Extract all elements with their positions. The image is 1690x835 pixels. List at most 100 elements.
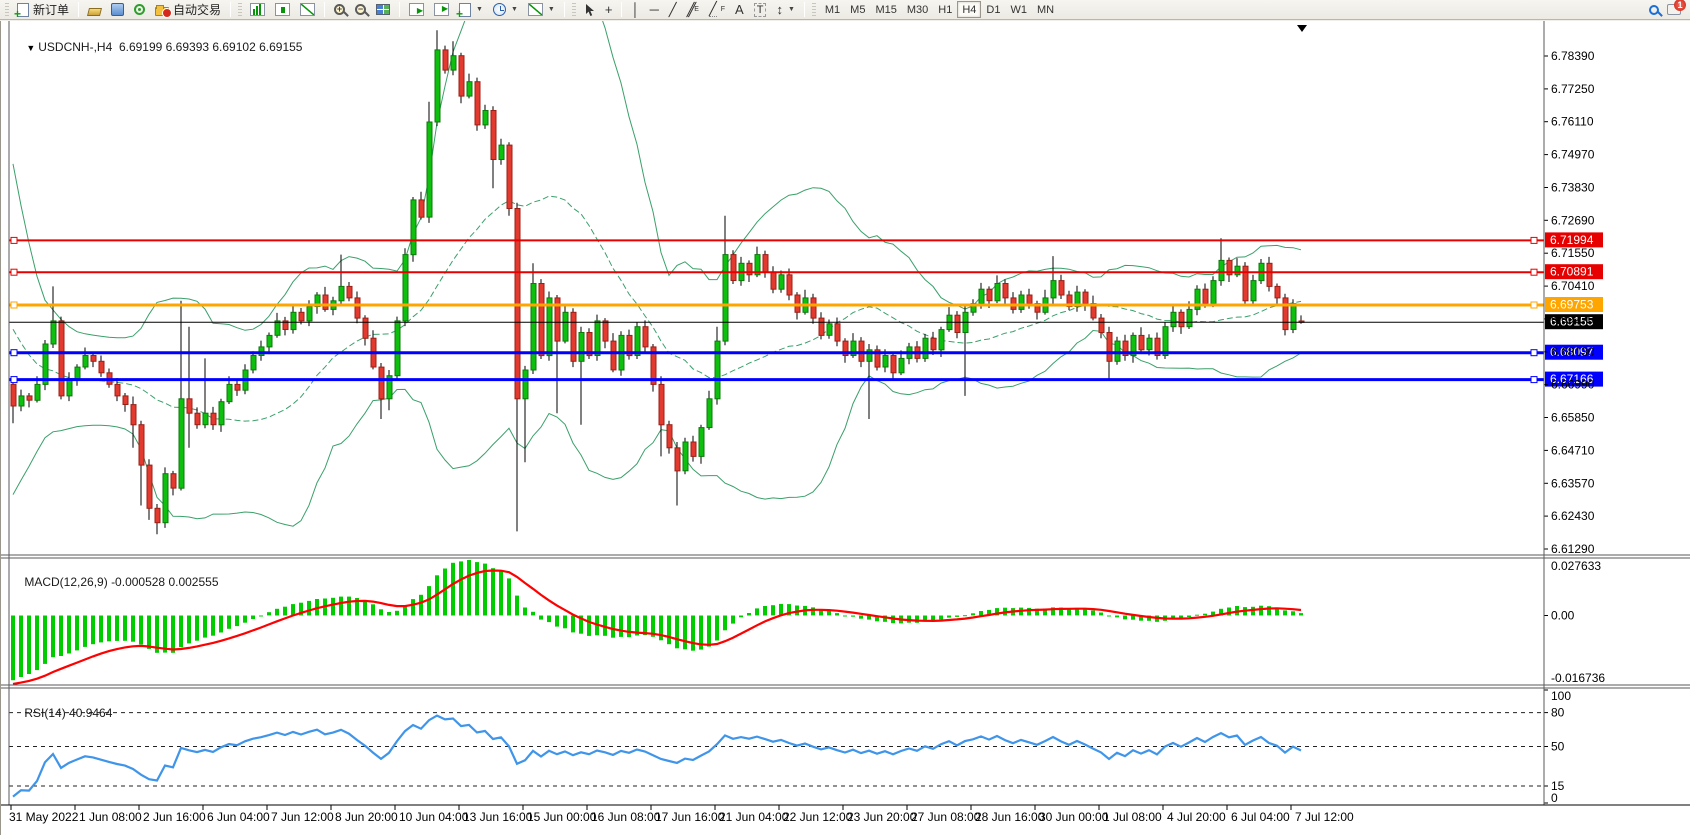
svg-text:7 Jul 12:00: 7 Jul 12:00 bbox=[1295, 810, 1354, 824]
clock-icon bbox=[493, 3, 506, 16]
zoom-out-icon: − bbox=[355, 4, 366, 15]
cursor-icon bbox=[584, 3, 595, 17]
vertical-line-tool[interactable]: │ bbox=[627, 1, 643, 19]
svg-text:6.70410: 6.70410 bbox=[1551, 279, 1595, 293]
fibonacci-sub-label: F bbox=[721, 6, 725, 13]
timeframe-d1[interactable]: D1 bbox=[981, 1, 1005, 18]
gold-bar-icon bbox=[87, 8, 102, 16]
svg-text:6.68130: 6.68130 bbox=[1551, 345, 1595, 359]
crosshair-tool-button[interactable]: + bbox=[601, 1, 617, 19]
price-chart[interactable]: 6.71994 6.70891 6.69753 6.68097 6.67166 … bbox=[1, 21, 1690, 835]
toolbar-grip[interactable] bbox=[572, 3, 576, 17]
separator bbox=[564, 2, 565, 17]
candlestick-icon bbox=[275, 3, 290, 16]
terminal-button[interactable] bbox=[107, 1, 128, 19]
timeframe-h1[interactable]: H1 bbox=[933, 1, 957, 18]
svg-text:28 Jun 16:00: 28 Jun 16:00 bbox=[975, 810, 1045, 824]
toolbar-grip[interactable] bbox=[238, 3, 242, 17]
separator bbox=[324, 2, 325, 17]
svg-text:27 Jun 08:00: 27 Jun 08:00 bbox=[911, 810, 981, 824]
timeframe-w1[interactable]: W1 bbox=[1005, 1, 1032, 18]
new-order-button[interactable]: 新订单 bbox=[13, 1, 73, 19]
zoom-in-button[interactable]: + bbox=[330, 1, 349, 19]
bar-chart-button[interactable] bbox=[246, 1, 269, 19]
tile-windows-button[interactable] bbox=[372, 1, 394, 19]
new-chart-button[interactable]: ▼ bbox=[455, 1, 487, 19]
svg-text:16 Jun 08:00: 16 Jun 08:00 bbox=[591, 810, 661, 824]
svg-text:2 Jun 16:00: 2 Jun 16:00 bbox=[143, 810, 206, 824]
svg-text:80: 80 bbox=[1551, 706, 1565, 720]
toolbar-grip[interactable] bbox=[5, 3, 9, 17]
svg-text:0.00: 0.00 bbox=[1551, 609, 1575, 623]
auto-scroll-button[interactable]: ▶ bbox=[405, 1, 428, 19]
svg-text:6.73830: 6.73830 bbox=[1551, 181, 1595, 195]
horizontal-line[interactable]: 6.71994 bbox=[9, 232, 1603, 247]
separator bbox=[621, 2, 622, 17]
svg-text:6.71550: 6.71550 bbox=[1551, 246, 1595, 260]
svg-text:6 Jul 04:00: 6 Jul 04:00 bbox=[1231, 810, 1290, 824]
bar-chart-icon bbox=[250, 3, 265, 16]
fibonacci-tool[interactable]: ╱F bbox=[705, 1, 729, 19]
svg-text:6.74970: 6.74970 bbox=[1551, 148, 1595, 162]
horizontal-line[interactable]: 6.70891 bbox=[9, 264, 1603, 279]
new-chart-icon bbox=[459, 3, 471, 17]
timeframe-m1[interactable]: M1 bbox=[820, 1, 845, 18]
svg-text:6.77250: 6.77250 bbox=[1551, 82, 1595, 96]
svg-text:6.71994: 6.71994 bbox=[1550, 233, 1594, 247]
signals-button[interactable] bbox=[130, 1, 149, 19]
vertical-line-icon: │ bbox=[631, 3, 639, 17]
svg-text:31 May 2022: 31 May 2022 bbox=[9, 810, 79, 824]
chat-icon[interactable]: 1 bbox=[1667, 4, 1681, 15]
line-chart-button[interactable] bbox=[296, 1, 319, 19]
time-axis: 31 May 2022 1 Jun 08:00 2 Jun 16:00 6 Ju… bbox=[9, 805, 1354, 824]
svg-text:0: 0 bbox=[1551, 791, 1558, 805]
horizontal-line-icon: ─ bbox=[650, 3, 659, 17]
rsi-levels bbox=[9, 713, 1544, 786]
crosshair-icon: + bbox=[605, 3, 613, 17]
market-depth-button[interactable] bbox=[84, 1, 105, 19]
chart-shift-icon: ▶ bbox=[434, 3, 449, 16]
rsi-line bbox=[13, 716, 1301, 797]
signal-icon bbox=[134, 4, 145, 15]
svg-text:6.66990: 6.66990 bbox=[1551, 378, 1595, 392]
timeframe-h4[interactable]: H4 bbox=[957, 1, 981, 18]
timeframe-mn[interactable]: MN bbox=[1032, 1, 1059, 18]
svg-text:15 Jun 00:00: 15 Jun 00:00 bbox=[527, 810, 597, 824]
macd-axis: 0.027633 0.00 -0.016736 bbox=[1544, 559, 1605, 685]
timeframe-m15[interactable]: M15 bbox=[870, 1, 901, 18]
svg-text:8 Jun 20:00: 8 Jun 20:00 bbox=[335, 810, 398, 824]
horizontal-line[interactable]: 6.68097 bbox=[9, 345, 1603, 360]
horizontal-line-tool[interactable]: ─ bbox=[646, 1, 663, 19]
separator bbox=[230, 2, 231, 17]
timeframe-m30[interactable]: M30 bbox=[902, 1, 933, 18]
autotrade-button[interactable]: 自动交易 bbox=[151, 1, 225, 19]
candlestick-chart-button[interactable] bbox=[271, 1, 294, 19]
separator bbox=[804, 2, 805, 17]
indicators-button[interactable]: ▼ bbox=[524, 1, 559, 19]
line-chart-icon bbox=[300, 3, 315, 16]
indicators-icon bbox=[528, 3, 543, 16]
chart-window[interactable]: 6.71994 6.70891 6.69753 6.68097 6.67166 … bbox=[0, 21, 1690, 835]
svg-text:6.78390: 6.78390 bbox=[1551, 49, 1595, 63]
zoom-in-icon: + bbox=[334, 4, 345, 15]
cursor-tool-button[interactable] bbox=[580, 1, 599, 19]
text-tool[interactable]: A bbox=[731, 1, 748, 19]
timeframe-m5[interactable]: M5 bbox=[845, 1, 870, 18]
text-label-tool[interactable]: T bbox=[750, 1, 771, 19]
profiles-button[interactable]: ▼ bbox=[489, 1, 522, 19]
text-label-icon: T bbox=[754, 3, 767, 17]
arrows-tool[interactable]: ↕▼ bbox=[772, 1, 798, 19]
svg-text:6.61290: 6.61290 bbox=[1551, 542, 1595, 556]
svg-text:23 Jun 20:00: 23 Jun 20:00 bbox=[847, 810, 917, 824]
svg-text:6.63570: 6.63570 bbox=[1551, 476, 1595, 490]
zoom-out-button[interactable]: − bbox=[351, 1, 370, 19]
toolbar-grip[interactable] bbox=[812, 3, 816, 17]
chart-shift-button[interactable]: ▶ bbox=[430, 1, 453, 19]
trendline-tool[interactable]: ╱ bbox=[665, 1, 681, 19]
auto-scroll-icon: ▶ bbox=[409, 3, 424, 16]
shift-marker-icon[interactable] bbox=[1297, 25, 1307, 32]
chevron-down-icon: ▼ bbox=[788, 6, 795, 13]
channel-tool[interactable]: ╱╱E bbox=[683, 1, 703, 19]
svg-text:1 Jun 08:00: 1 Jun 08:00 bbox=[79, 810, 142, 824]
search-icon[interactable] bbox=[1649, 5, 1659, 15]
